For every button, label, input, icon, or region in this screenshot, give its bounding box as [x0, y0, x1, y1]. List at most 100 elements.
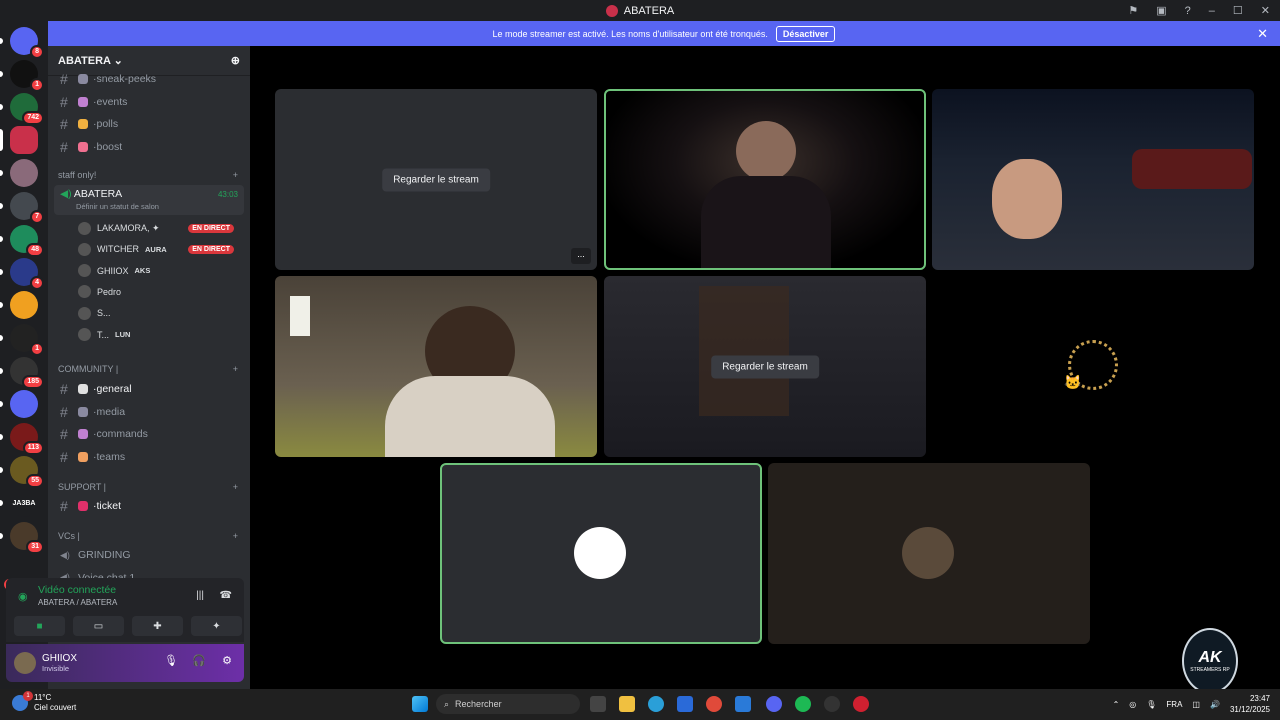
start-icon[interactable]: [412, 696, 428, 712]
edge-icon[interactable]: [648, 696, 664, 712]
minimize-icon[interactable]: –: [1209, 5, 1215, 17]
voice-user[interactable]: WITCHER AURA EN DIRECT: [78, 240, 238, 258]
activities-button[interactable]: ✚: [132, 616, 183, 636]
soundboard-button[interactable]: ✦: [191, 616, 242, 636]
network-icon[interactable]: ◎: [1129, 700, 1136, 709]
gear-icon[interactable]: ⚙: [222, 654, 232, 667]
category-staff[interactable]: staff only! +: [58, 170, 238, 180]
file-explorer-icon[interactable]: [619, 696, 635, 712]
voice-panel: ◉ Vidéo connectée ABATERA / ABATERA ||| …: [6, 578, 244, 683]
voice-channel-active[interactable]: ◀) ABATERA 43:03 Définir un statut de sa…: [54, 185, 244, 215]
channel-polls[interactable]: # · polls: [56, 113, 244, 135]
stream-tile[interactable]: Regarder le stream: [604, 276, 926, 457]
volume-icon[interactable]: 🔊: [1210, 700, 1220, 709]
server-icon[interactable]: 4: [10, 258, 44, 290]
channel-ticket[interactable]: # · ticket: [56, 495, 244, 517]
camera-tile[interactable]: [275, 276, 597, 457]
voice-user[interactable]: T... LUN: [78, 326, 238, 344]
server-icon[interactable]: 1: [10, 324, 44, 356]
voice-user[interactable]: Pedro: [78, 283, 238, 301]
channel-commands[interactable]: # · commands: [56, 423, 244, 445]
close-icon[interactable]: ✕: [1261, 4, 1270, 17]
language-indicator[interactable]: FRA: [1166, 700, 1182, 709]
channel-sneak-peeks[interactable]: # · sneak-peeks: [56, 68, 244, 90]
microphone-icon[interactable]: 🎙: [1146, 700, 1156, 709]
channel-general[interactable]: # · general: [56, 378, 244, 400]
wifi-icon[interactable]: ◫: [1192, 700, 1200, 709]
server-icon[interactable]: [10, 126, 38, 154]
avatar[interactable]: [14, 652, 36, 674]
category-vcs[interactable]: VCs | +: [58, 531, 238, 541]
server-icon[interactable]: JA3BA: [10, 489, 38, 517]
channel-boost[interactable]: # · boost: [56, 136, 244, 158]
avatar-tile[interactable]: 🐱: [932, 276, 1254, 457]
close-icon[interactable]: ✕: [1257, 26, 1268, 42]
voice-user[interactable]: GHIIOX AKS: [78, 262, 238, 280]
microphone-icon[interactable]: 🎙: [164, 654, 178, 667]
server-icon[interactable]: [10, 159, 38, 187]
disconnect-icon[interactable]: ☎: [220, 590, 232, 601]
outlook-icon[interactable]: [735, 696, 751, 712]
server-icon[interactable]: 31: [10, 522, 44, 554]
plus-icon[interactable]: +: [233, 364, 238, 374]
disable-button[interactable]: Désactiver: [775, 25, 836, 42]
server-icon[interactable]: 48: [10, 225, 44, 257]
add-member-icon[interactable]: ⊕: [231, 54, 240, 67]
chrome-icon[interactable]: [706, 696, 722, 712]
category-support[interactable]: SUPPORT | +: [58, 482, 238, 492]
window-title: ABATERA: [623, 4, 675, 17]
channel-media[interactable]: # · media: [56, 401, 244, 423]
voice-channel-name: ABATERA: [73, 188, 123, 200]
more-options-button[interactable]: ...: [571, 248, 591, 264]
camera-tile[interactable]: [604, 89, 926, 270]
watch-stream-button[interactable]: Regarder le stream: [382, 168, 490, 191]
server-icon[interactable]: 55: [10, 456, 44, 488]
flag-icon[interactable]: ⚑: [1128, 4, 1138, 17]
camera-button[interactable]: ■: [14, 616, 65, 636]
unread-badge: 55: [26, 474, 44, 488]
app-icon[interactable]: [853, 696, 869, 712]
server-icon[interactable]: 8: [10, 27, 44, 59]
obs-icon[interactable]: [824, 696, 840, 712]
voice-user[interactable]: S...: [78, 304, 238, 322]
help-icon[interactable]: ?: [1185, 5, 1191, 17]
spotify-icon[interactable]: [795, 696, 811, 712]
avatar-tile[interactable]: [768, 463, 1090, 644]
headphones-icon[interactable]: 🎧: [192, 654, 206, 667]
voice-user[interactable]: LAKAMORA, ✦ EN DIRECT: [78, 219, 238, 237]
avatar-tile[interactable]: [440, 463, 762, 644]
channel-name: boost: [96, 141, 123, 154]
inbox-icon[interactable]: ▣: [1156, 4, 1166, 17]
task-view-icon[interactable]: [590, 696, 606, 712]
channel-events[interactable]: # · events: [56, 91, 244, 113]
category-community[interactable]: COMMUNITY | +: [58, 364, 238, 374]
clock[interactable]: 23:47 31/12/2025: [1230, 693, 1270, 715]
unread-indicator: [0, 269, 3, 275]
screen-share-button[interactable]: ▭: [73, 616, 124, 636]
channel-emoji-icon: [78, 119, 88, 130]
weather-widget[interactable]: 1 11°C Ciel couvert: [12, 691, 76, 713]
server-icon[interactable]: 1: [10, 60, 44, 92]
set-status[interactable]: Définir un statut de salon: [76, 202, 238, 211]
plus-icon[interactable]: +: [233, 531, 238, 541]
search-input[interactable]: ⌕ Rechercher: [436, 694, 580, 714]
discord-icon[interactable]: [766, 696, 782, 712]
voice-channel[interactable]: ◀) GRINDING: [56, 544, 244, 566]
server-icon[interactable]: [10, 291, 38, 319]
server-icon[interactable]: 113: [10, 423, 44, 455]
channel-teams[interactable]: # · teams: [56, 446, 244, 468]
plus-icon[interactable]: +: [233, 170, 238, 180]
maximize-icon[interactable]: ☐: [1233, 4, 1243, 17]
noise-suppression-icon[interactable]: |||: [196, 590, 204, 601]
server-icon[interactable]: 742: [10, 93, 44, 125]
server-icon[interactable]: [10, 390, 38, 418]
store-icon[interactable]: [677, 696, 693, 712]
camera-tile[interactable]: [932, 89, 1254, 270]
stream-tile[interactable]: Regarder le stream ...: [275, 89, 597, 270]
plus-icon[interactable]: +: [233, 482, 238, 492]
server-icon[interactable]: 185: [10, 357, 44, 389]
watch-stream-button[interactable]: Regarder le stream: [711, 355, 819, 378]
streamer-mode-banner: Le mode streamer est activé. Les noms d'…: [48, 21, 1280, 46]
chevron-up-icon[interactable]: ⌃: [1113, 700, 1120, 709]
server-icon[interactable]: 7: [10, 192, 44, 224]
